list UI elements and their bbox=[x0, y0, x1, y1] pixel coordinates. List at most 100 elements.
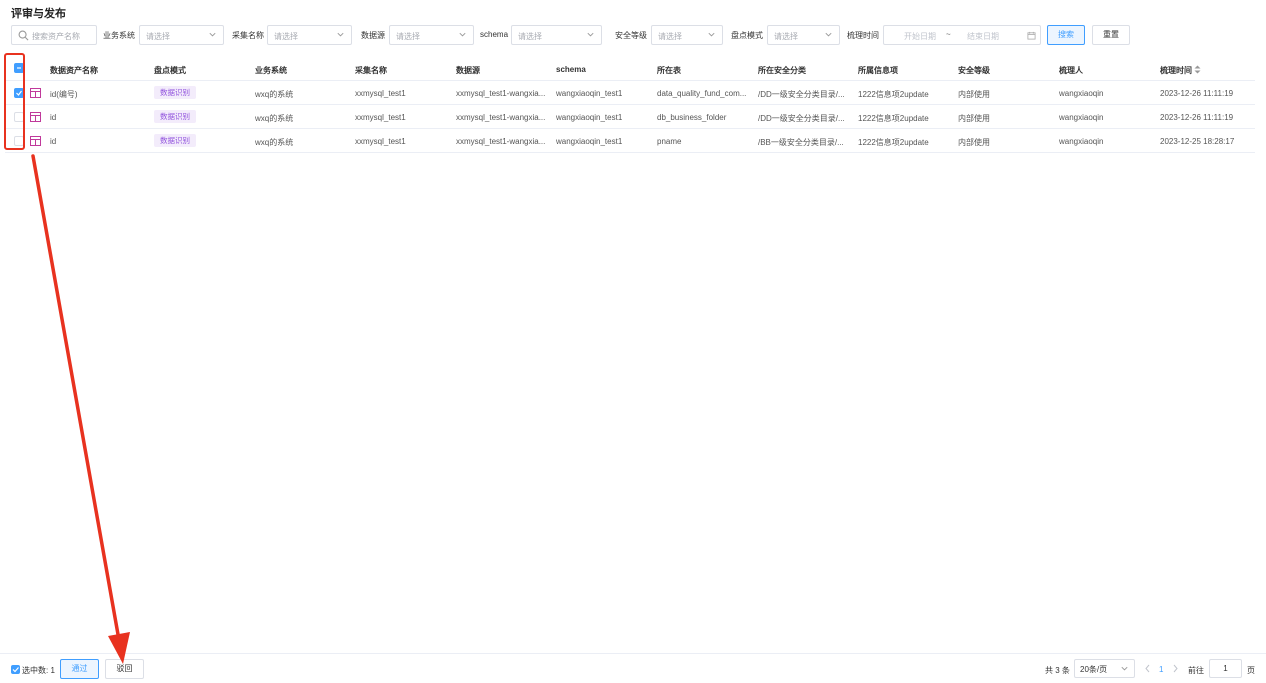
data-source-select[interactable]: 请选择 bbox=[389, 25, 474, 45]
collect-name-select[interactable]: 请选择 bbox=[267, 25, 352, 45]
filter-label-collect-name: 采集名称 bbox=[232, 31, 264, 40]
cell-data-source: xxmysql_test1-wangxia... bbox=[456, 89, 546, 98]
search-icon bbox=[18, 30, 29, 41]
cell-security-level: 内部使用 bbox=[958, 114, 990, 123]
cell-schema: wangxiaoqin_test1 bbox=[556, 113, 623, 122]
chevron-down-icon bbox=[337, 32, 344, 37]
col-business-system: 业务系统 bbox=[255, 66, 287, 75]
prev-page-icon[interactable] bbox=[1144, 664, 1151, 673]
page-title: 评审与发布 bbox=[11, 8, 66, 20]
search-button[interactable]: 搜索 bbox=[1047, 25, 1085, 45]
filter-label-time: 梳理时间 bbox=[847, 31, 879, 40]
date-range-picker[interactable]: 开始日期 ~ 结束日期 bbox=[883, 25, 1041, 45]
cell-collect-name: xxmysql_test1 bbox=[355, 113, 406, 122]
table-row[interactable]: id wxq的系统 xxmysql_test1 xxmysql_test1-wangx… bbox=[5, 129, 1255, 153]
filter-label-data-source: 数据源 bbox=[361, 31, 385, 40]
col-owner: 梳理人 bbox=[1059, 66, 1083, 75]
cell-owner: wangxiaoqin bbox=[1059, 89, 1104, 98]
cell-business-system: wxq的系统 bbox=[255, 138, 294, 147]
cell-security-level: 内部使用 bbox=[958, 90, 990, 99]
selected-checkbox[interactable] bbox=[11, 665, 20, 674]
search-input[interactable]: 搜索资产名称 bbox=[11, 25, 97, 45]
table-row[interactable]: id(编号) wxq的系统 xxmysql_test1 xxmysql_test1-w… bbox=[5, 81, 1255, 105]
cell-security-category: /DD一级安全分类目录/... bbox=[758, 90, 845, 99]
cell-security-category: /DD一级安全分类目录/... bbox=[758, 114, 845, 123]
schema-select[interactable]: 请选择 bbox=[511, 25, 602, 45]
cell-security-category: /BB一级安全分类目录/... bbox=[758, 138, 844, 147]
cell-info-item: 1222信息项2update bbox=[858, 114, 929, 123]
col-security-category: 所在安全分类 bbox=[758, 66, 806, 75]
cell-info-item: 1222信息项2update bbox=[858, 138, 929, 147]
cell-time: 2023-12-26 11:11:19 bbox=[1160, 113, 1234, 122]
current-page[interactable]: 1 bbox=[1159, 665, 1163, 674]
inventory-mode-tag: 数据识别 bbox=[154, 134, 196, 147]
sort-icon[interactable] bbox=[1194, 65, 1201, 74]
inventory-mode-select[interactable]: 请选择 bbox=[767, 25, 840, 45]
next-page-icon[interactable] bbox=[1172, 664, 1179, 673]
table-header: 数据资产名称 盘点模式 业务系统 采集名称 数据源 schema 所在表 所在安… bbox=[5, 57, 1255, 81]
chevron-down-icon bbox=[587, 32, 594, 37]
chevron-down-icon bbox=[708, 32, 715, 37]
cell-business-system: wxq的系统 bbox=[255, 114, 294, 123]
filter-label-schema: schema bbox=[480, 30, 509, 39]
selected-count: 选中数: 1 bbox=[22, 666, 55, 675]
inventory-mode-tag: 数据识别 bbox=[154, 86, 196, 99]
cell-time: 2023-12-26 11:11:19 bbox=[1160, 89, 1234, 98]
table-icon bbox=[30, 136, 41, 146]
col-data-source: 数据源 bbox=[456, 66, 480, 75]
filter-label-security-level: 安全等级 bbox=[615, 31, 647, 40]
table-row[interactable]: id wxq的系统 xxmysql_test1 xxmysql_test1-wangx… bbox=[5, 105, 1255, 129]
table-icon bbox=[30, 88, 41, 98]
cell-data-source: xxmysql_test1-wangxia... bbox=[456, 137, 546, 146]
page-size-select[interactable]: 20条/页 bbox=[1074, 659, 1135, 678]
col-inventory-mode: 盘点模式 bbox=[154, 66, 186, 75]
pass-button[interactable]: 通过 bbox=[60, 659, 99, 679]
page-unit: 页 bbox=[1247, 666, 1255, 675]
cell-business-system: wxq的系统 bbox=[255, 90, 294, 99]
calendar-icon bbox=[1027, 31, 1036, 40]
start-date-input[interactable]: 开始日期 bbox=[904, 31, 936, 42]
cell-info-item: 1222信息项2update bbox=[858, 90, 929, 99]
col-info-item: 所属信息项 bbox=[858, 66, 898, 75]
date-range-separator: ~ bbox=[946, 30, 951, 39]
goto-label: 前往 bbox=[1188, 666, 1204, 675]
end-date-input[interactable]: 结束日期 bbox=[967, 31, 999, 42]
cell-collect-name: xxmysql_test1 bbox=[355, 89, 406, 98]
col-time[interactable]: 梳理时间 bbox=[1160, 65, 1192, 76]
col-table: 所在表 bbox=[657, 66, 681, 75]
cell-table: pname bbox=[657, 137, 682, 146]
col-collect-name: 采集名称 bbox=[355, 66, 387, 75]
cell-collect-name: xxmysql_test1 bbox=[355, 137, 406, 146]
chevron-down-icon bbox=[825, 32, 832, 37]
chevron-down-icon bbox=[209, 32, 216, 37]
goto-page-input[interactable]: 1 bbox=[1209, 659, 1242, 678]
cell-schema: wangxiaoqin_test1 bbox=[556, 137, 623, 146]
cell-table: data_quality_fund_com... bbox=[657, 89, 747, 98]
checkbox-column-highlight bbox=[4, 53, 25, 150]
cell-schema: wangxiaoqin_test1 bbox=[556, 89, 623, 98]
chevron-down-icon bbox=[459, 32, 466, 37]
cell-security-level: 内部使用 bbox=[958, 138, 990, 147]
cell-time: 2023-12-25 18:28:17 bbox=[1160, 137, 1235, 146]
business-system-select[interactable]: 请选择 bbox=[139, 25, 224, 45]
total-count: 共 3 条 bbox=[1045, 666, 1070, 675]
cell-table: db_business_folder bbox=[657, 113, 727, 122]
reject-button[interactable]: 驳回 bbox=[105, 659, 144, 679]
inventory-mode-tag: 数据识别 bbox=[154, 110, 196, 123]
cell-owner: wangxiaoqin bbox=[1059, 137, 1104, 146]
reset-button[interactable]: 重置 bbox=[1092, 25, 1130, 45]
filter-label-business-system: 业务系统 bbox=[103, 31, 135, 40]
cell-asset-name: id bbox=[50, 113, 57, 122]
filter-label-inventory-mode: 盘点模式 bbox=[731, 31, 763, 40]
col-schema: schema bbox=[556, 65, 586, 74]
cell-data-source: xxmysql_test1-wangxia... bbox=[456, 113, 546, 122]
cell-asset-name: id bbox=[50, 137, 57, 146]
col-security-level: 安全等级 bbox=[958, 66, 990, 75]
table-icon bbox=[30, 112, 41, 122]
cell-owner: wangxiaoqin bbox=[1059, 113, 1104, 122]
chevron-down-icon bbox=[1121, 666, 1128, 671]
col-asset-name: 数据资产名称 bbox=[50, 66, 98, 75]
footer-bar: 选中数: 1 通过 驳回 共 3 条 20条/页 1 前往 1 页 bbox=[0, 653, 1266, 683]
security-level-select[interactable]: 请选择 bbox=[651, 25, 723, 45]
cell-asset-name: id(编号) bbox=[50, 90, 78, 99]
